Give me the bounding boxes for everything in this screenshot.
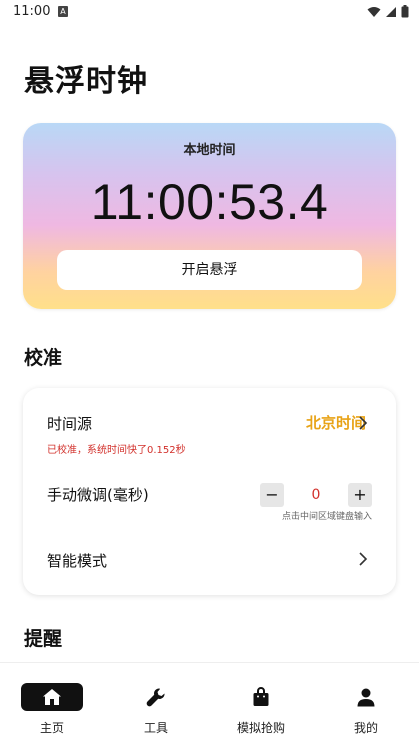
adjust-value-input[interactable]: 0 [284,487,348,503]
decrement-button[interactable]: − [260,483,284,507]
nav-item-home[interactable]: 主页 [0,663,104,744]
calibration-status-note: 已校准，系统时间快了0.152秒 [47,445,186,456]
nav-label-profile: 我的 [353,721,378,735]
bottom-nav: 主页 工具 模拟抢购 我的 [0,662,419,744]
nav-label-flash-sale: 模拟抢购 [236,721,285,735]
main-page: 悬浮时钟 本地时间 11:00:53.4 开启悬浮 校准 时间源 北京时间 已校… [0,28,419,662]
notification-icon: A [58,6,68,17]
stepper-hint: 点击中间区域键盘输入 [281,512,372,522]
shopping-bag-icon [253,687,269,706]
chevron-right-icon[interactable] [358,552,368,566]
wrench-icon [146,688,165,707]
page-title: 悬浮时钟 [24,64,148,99]
nav-item-profile[interactable]: 我的 [314,663,418,744]
adjust-stepper: − 0 + [260,483,372,507]
nav-item-tools[interactable]: 工具 [104,663,208,744]
smart-mode-label: 智能模式 [47,552,108,570]
enable-float-button[interactable]: 开启悬浮 [57,250,362,290]
nav-sale-icon-wrap [230,683,292,711]
nav-home-icon-wrap [21,683,83,711]
nav-label-home: 主页 [39,721,64,735]
nav-label-tools: 工具 [143,721,168,735]
status-icons [367,5,409,18]
wifi-icon [367,6,381,17]
time-source-value[interactable]: 北京时间 [306,412,366,433]
calibration-card: 时间源 北京时间 已校准，系统时间快了0.152秒 手动微调(毫秒) − 0 +… [23,388,396,595]
status-bar: 11:00 A [0,0,419,28]
battery-icon [401,5,409,18]
nav-item-flash-sale[interactable]: 模拟抢购 [209,663,313,744]
nav-tools-icon-wrap [125,683,187,711]
home-icon [43,689,61,705]
signal-icon [386,6,396,17]
status-time: 11:00 [13,4,51,19]
chevron-right-icon[interactable] [358,416,368,430]
calibration-title: 校准 [24,347,63,369]
person-icon [357,688,375,707]
clock-time: 11:00:53.4 [90,174,329,230]
reminder-title: 提醒 [24,628,63,650]
clock-label: 本地时间 [183,143,236,158]
time-source-label: 时间源 [47,415,93,433]
nav-profile-icon-wrap [335,683,397,711]
increment-button[interactable]: + [348,483,372,507]
clock-card: 本地时间 11:00:53.4 开启悬浮 [23,123,396,309]
manual-adjust-label: 手动微调(毫秒) [47,486,149,504]
